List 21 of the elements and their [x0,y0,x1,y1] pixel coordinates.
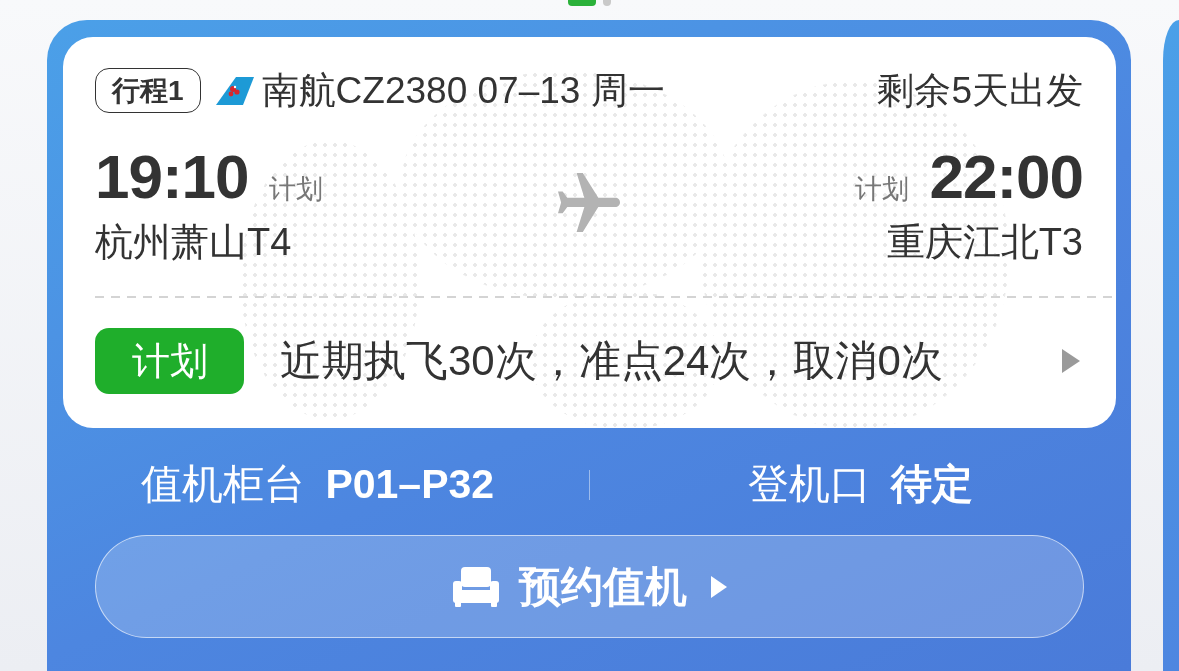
departure-countdown: 剩余5天出发 [877,68,1083,113]
time-status-label: 计划 [855,173,910,206]
airplane-icon [558,173,620,235]
departure-time: 19:10 [95,144,249,210]
caret-icon[interactable] [1062,349,1080,373]
flight-number-date: 南航CZ2380 07–13 周一 [261,68,665,113]
punctuality-summary: 近期执飞30次，准点24次，取消0次 [280,336,943,386]
departure-airport: 杭州萧山T4 [95,220,292,264]
counter-value: 待定 [890,460,973,509]
counter-label: 登机口 [747,460,871,509]
counter-label: 值机柜台 [141,460,306,509]
caret-icon [710,575,727,598]
tail-fin-icon [215,76,254,105]
status-badge: 计划 [95,328,244,394]
seat-icon [452,566,499,607]
checkin-button[interactable]: 预约值机 [95,535,1084,638]
trip-number-tag: 行程1 [95,68,201,113]
arrival-airport: 重庆江北T3 [886,220,1083,264]
time-status-label: 计划 [268,173,323,206]
counter-value: P01–P32 [325,461,495,508]
arrival-time: 22:00 [929,144,1083,210]
